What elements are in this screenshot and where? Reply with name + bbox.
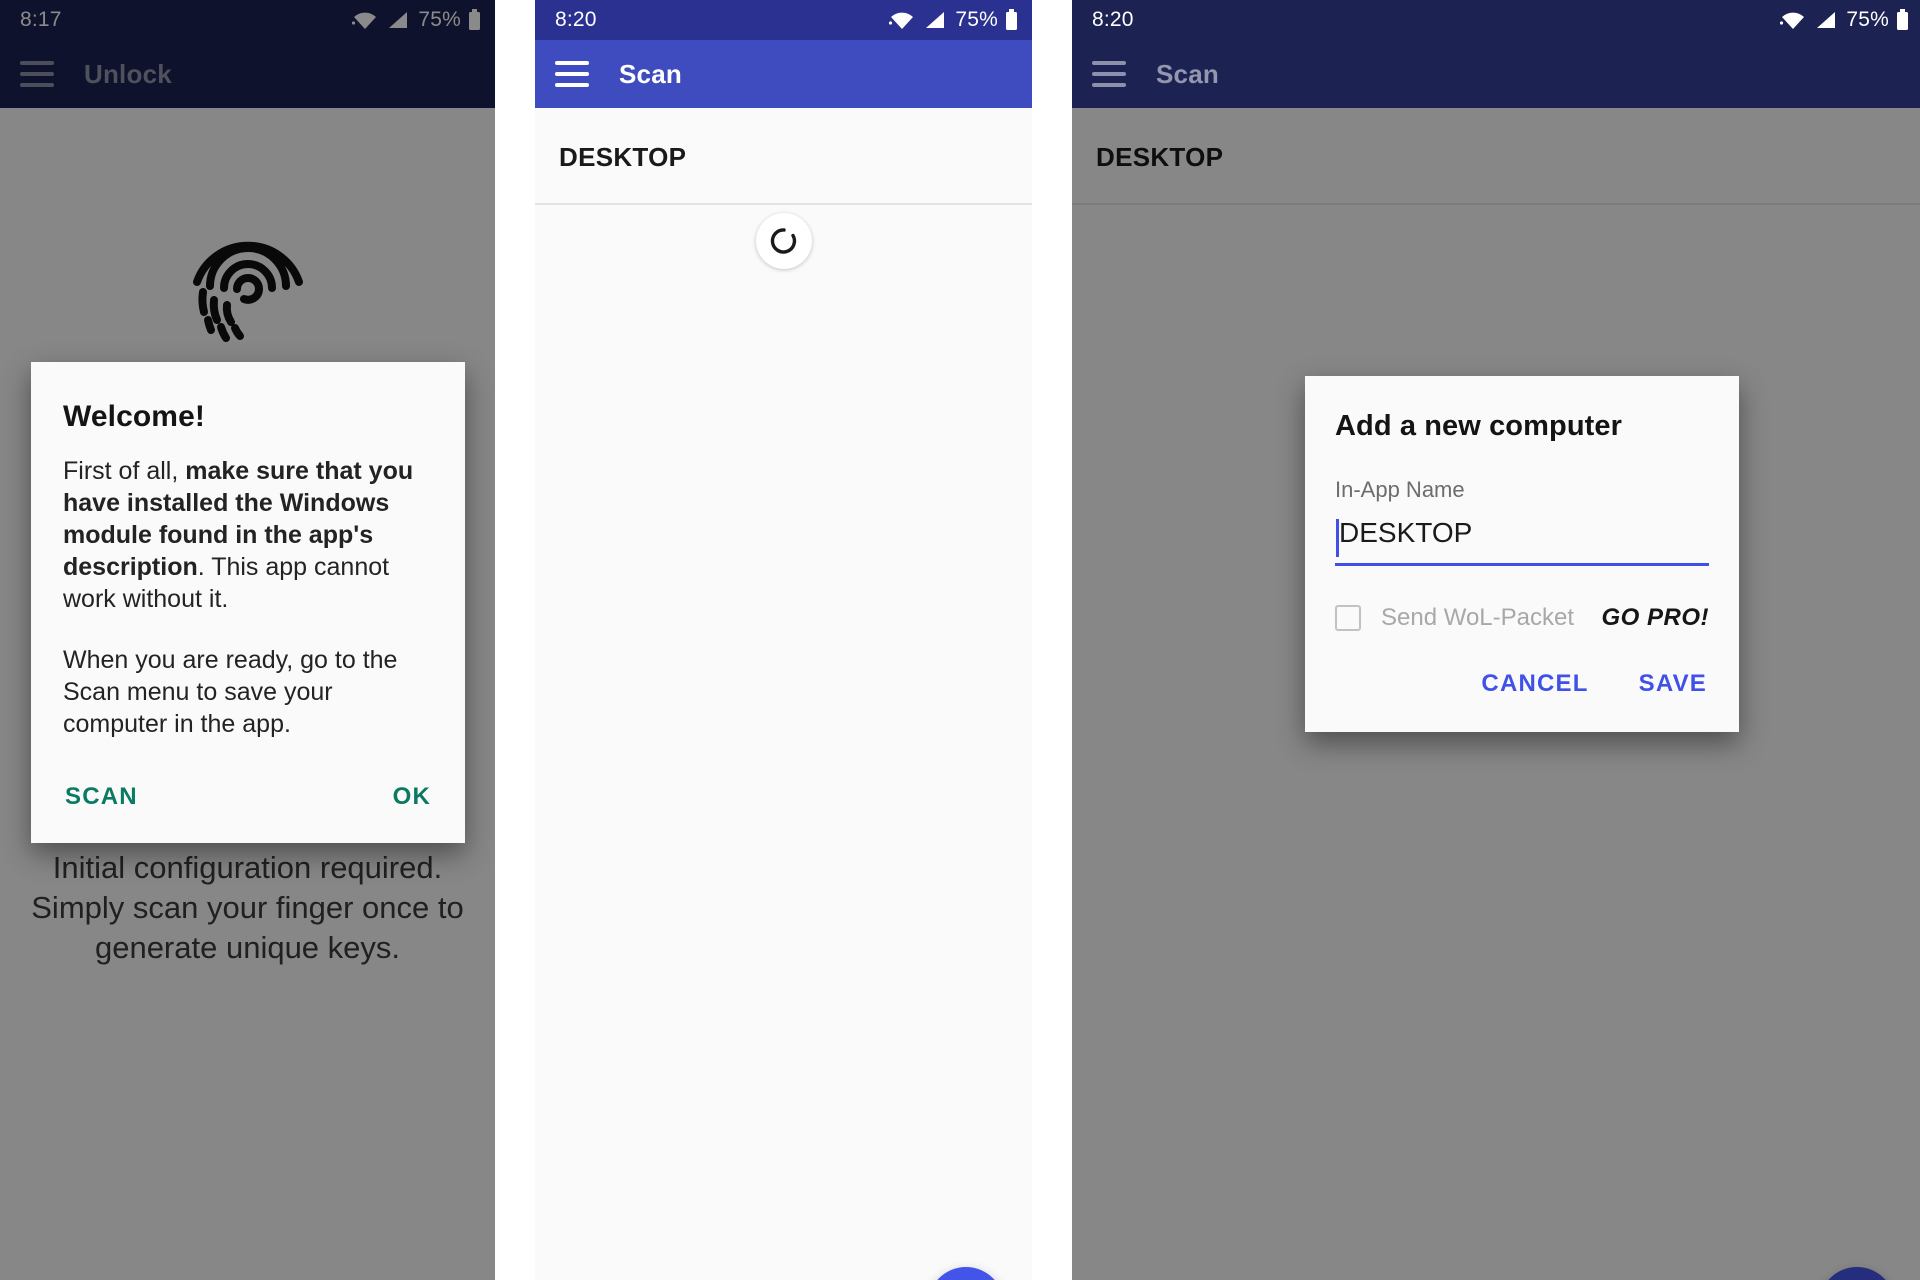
refresh-fab-button[interactable] <box>928 1267 1004 1280</box>
dialog-title: Welcome! <box>63 400 205 433</box>
cancel-button[interactable]: CANCEL <box>1479 666 1590 702</box>
app-bar-title: Scan <box>1156 58 1219 89</box>
app-bar-title: Scan <box>619 58 682 89</box>
hamburger-menu-icon[interactable] <box>1092 61 1126 87</box>
status-bar: 8:20 75% <box>1072 0 1920 40</box>
save-button[interactable]: SAVE <box>1637 666 1709 702</box>
dialog-body: First of all, make sure that you have in… <box>63 456 433 741</box>
hamburger-menu-icon[interactable] <box>555 61 589 87</box>
status-time: 8:20 <box>1092 8 1134 31</box>
scan-content: DESKTOP <box>535 108 1032 1280</box>
ok-button[interactable]: OK <box>391 779 433 815</box>
status-icons: 75% <box>889 8 1018 32</box>
app-bar: Scan <box>1072 40 1920 108</box>
panel-gap-2 <box>1032 0 1072 1280</box>
cellular-signal-icon <box>926 12 945 28</box>
wifi-icon <box>1780 12 1805 29</box>
app-bar: Scan <box>535 40 1032 108</box>
panel-scan-loading: 8:20 75% Scan DESKTOP <box>535 0 1032 1280</box>
in-app-name-value: DESKTOP <box>1339 517 1473 548</box>
status-bar: 8:20 75% <box>535 0 1032 40</box>
para1-pre: First of all, <box>63 457 186 485</box>
battery-icon <box>1897 9 1908 30</box>
welcome-dialog: Welcome! First of all, make sure that yo… <box>31 362 465 843</box>
text-caret <box>1336 519 1339 557</box>
in-app-name-label: In-App Name <box>1335 477 1465 502</box>
panel-unlock-screen: 8:17 75% Unlock Initial configuration re… <box>0 0 495 1280</box>
in-app-name-input[interactable]: DESKTOP <box>1335 517 1709 557</box>
panel-gap-1 <box>495 0 535 1280</box>
dialog-title: Add a new computer <box>1335 410 1622 442</box>
status-time: 8:20 <box>555 8 597 31</box>
dialog-paragraph-1: First of all, make sure that you have in… <box>63 456 433 615</box>
go-pro-badge[interactable]: GO PRO! <box>1601 604 1709 632</box>
battery-percent: 75% <box>1846 8 1889 31</box>
battery-icon <box>1006 9 1017 30</box>
send-wol-label: Send WoL-Packet <box>1381 604 1574 631</box>
dialog-actions: CANCEL SAVE <box>1335 666 1709 710</box>
send-wol-checkbox[interactable] <box>1335 605 1361 631</box>
screenshot-stage: 8:17 75% Unlock Initial configuration re… <box>0 0 1920 1280</box>
panel-scan-add-dialog: 8:20 75% Scan DESKTOP Add a new computer… <box>1072 0 1920 1280</box>
section-header: DESKTOP <box>559 142 687 172</box>
cellular-signal-icon <box>1817 12 1836 28</box>
input-underline <box>1335 563 1709 566</box>
dialog-actions: SCAN OK <box>63 779 433 823</box>
wifi-icon <box>889 12 914 29</box>
wol-row: Send WoL-Packet GO PRO! <box>1335 604 1709 632</box>
battery-percent: 75% <box>955 8 998 31</box>
computer-list <box>535 205 1032 1280</box>
scan-button[interactable]: SCAN <box>63 779 140 815</box>
refresh-spinner-icon <box>755 213 812 269</box>
status-icons: 75% <box>1780 8 1909 32</box>
dialog-paragraph-2: When you are ready, go to the Scan menu … <box>63 646 398 739</box>
add-computer-dialog: Add a new computer In-App Name DESKTOP S… <box>1305 376 1739 732</box>
